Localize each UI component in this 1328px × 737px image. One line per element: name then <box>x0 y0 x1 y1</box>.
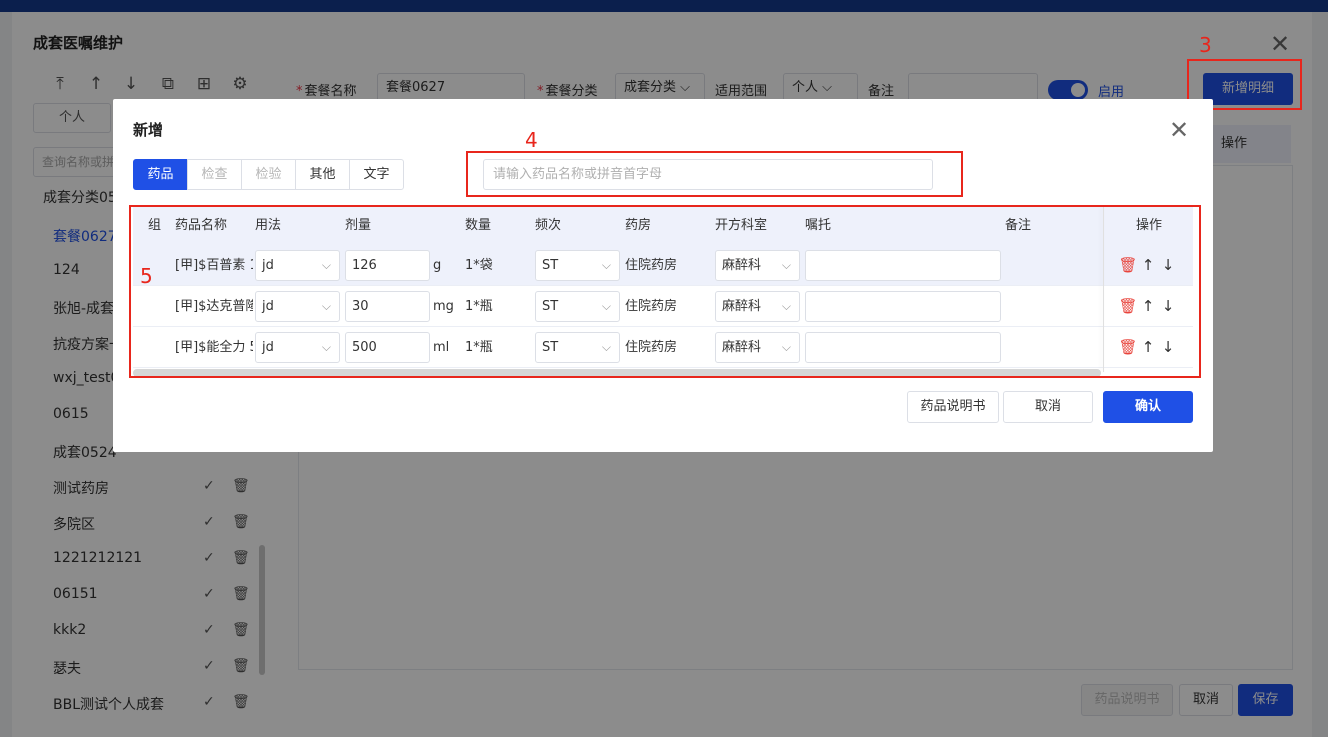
dialog-title: 新增 <box>133 121 164 139</box>
tab-exam[interactable]: 检查 <box>187 159 242 190</box>
tab-text[interactable]: 文字 <box>349 159 404 190</box>
drug-instructions-button[interactable]: 药品说明书 <box>907 391 999 423</box>
annotation-number-5: 5 <box>140 264 153 288</box>
tab-drug[interactable]: 药品 <box>133 159 188 190</box>
annotation-box-5 <box>129 205 1201 378</box>
cancel-button[interactable]: 取消 <box>1003 391 1093 423</box>
confirm-button[interactable]: 确认 <box>1103 391 1193 423</box>
dialog-close-icon[interactable]: ✕ <box>1169 118 1189 142</box>
annotation-number-4: 4 <box>525 128 538 152</box>
tab-other[interactable]: 其他 <box>295 159 350 190</box>
item-type-tabs: 药品 检查 检验 其他 文字 <box>133 159 404 190</box>
annotation-box-4 <box>466 151 963 197</box>
tab-lab[interactable]: 检验 <box>241 159 296 190</box>
annotation-number-3: 3 <box>1199 33 1212 57</box>
